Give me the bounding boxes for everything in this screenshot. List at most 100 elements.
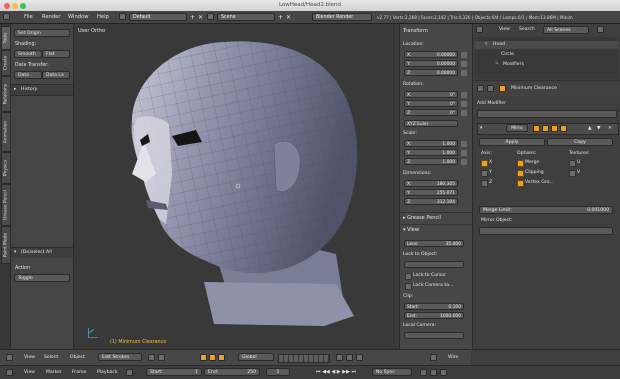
manipulator-icon[interactable] [200,354,207,361]
mirror-object-field[interactable] [479,227,613,235]
vertex-groups-checkbox[interactable] [517,180,524,187]
modifier-name-field[interactable]: Mirro [506,124,528,132]
zoom-window-button[interactable] [20,3,26,9]
scene-tab-icon[interactable] [487,85,494,92]
data-button[interactable]: Data [14,71,42,79]
lock-camera-checkbox[interactable] [405,283,412,290]
playback-menu[interactable]: Playback [97,370,118,375]
axis-y-checkbox[interactable] [481,170,488,177]
start-frame-field[interactable]: Start: 1 [146,368,202,376]
object-menu[interactable]: Object [70,355,85,360]
dimension-z-field[interactable]: Z: 312.194 [404,198,458,205]
merge-limit-field[interactable]: Merge Limit: 0.001000 [479,206,613,214]
scale-y-field[interactable]: Y: 1.000 [404,149,458,156]
outliner-search-menu[interactable]: Search [519,27,535,32]
axis-z-checkbox[interactable] [481,180,488,187]
info-editor-icon[interactable] [3,13,10,20]
outliner-item-modifiers[interactable]: Modifiers [503,62,524,67]
scale-x-field[interactable]: X: 1.000 [404,140,458,147]
layer-buttons[interactable] [278,354,330,363]
display-mode-select[interactable]: All Scenes [543,26,589,34]
search-icon[interactable] [597,26,604,33]
move-up-icon[interactable]: ▲ [588,126,592,131]
location-z-field[interactable]: Z: 0.00000 [404,69,458,76]
editor-type-icon[interactable] [6,354,13,361]
copy-button[interactable]: Copy [547,138,613,146]
clip-start-field[interactable]: Start: 0.100 [404,303,464,310]
rotation-z-field[interactable]: Z: 0° [404,109,458,116]
clipping-checkbox[interactable] [517,170,524,177]
close-window-button[interactable] [4,3,10,9]
apply-button[interactable]: Apply [479,138,545,146]
lock-icon[interactable] [461,110,467,116]
merge-checkbox[interactable] [517,160,524,167]
transform-header[interactable]: Transform [403,28,428,34]
menu-window[interactable]: Window [68,14,88,20]
lock-icon[interactable] [461,70,467,76]
rotation-y-field[interactable]: Y: 0° [404,100,458,107]
snap-icon[interactable] [346,354,353,361]
action-select[interactable]: Toggle [14,274,70,282]
lens-field[interactable]: Lens: 35.000 [404,240,464,247]
add-scene-icon[interactable]: + [278,14,283,21]
proportional-icon[interactable] [356,354,363,361]
end-frame-field[interactable]: End: 250 [204,368,260,376]
menu-file[interactable]: File [24,14,33,20]
lock-icon[interactable] [461,141,467,147]
flat-button[interactable]: Flat [42,50,70,58]
render-tab-icon[interactable] [477,85,484,92]
tab-physics[interactable]: Physics [1,152,11,184]
menu-render[interactable]: Render [42,14,60,20]
local-camera-field[interactable] [404,332,464,339]
tab-grease-pencil[interactable]: Grease Pencil [1,184,11,226]
history-panel-header[interactable]: ▸ History [11,84,73,96]
keyframe-delete-icon[interactable] [440,369,447,376]
lock-icon[interactable] [461,61,467,67]
menu-help[interactable]: Help [97,14,109,20]
tab-paint-mode[interactable]: Paint Mode [1,226,11,264]
current-frame-field[interactable]: 1 [266,368,290,376]
tab-create[interactable]: Create [1,50,11,76]
add-screen-icon[interactable]: + [190,14,195,21]
render-toggle-icon[interactable] [542,125,549,132]
cage-toggle-icon[interactable] [560,125,567,132]
close-icon[interactable]: ✕ [608,126,612,131]
view-menu[interactable]: View [24,355,35,360]
view-panel-header[interactable]: ▾ View [403,227,419,233]
mode-select[interactable]: Edit Strokes [98,353,142,361]
shading-icon[interactable] [148,354,155,361]
pivot-icon[interactable] [158,354,165,361]
data-layout-button[interactable]: Data La [42,71,70,79]
translate-icon[interactable] [209,354,216,361]
outliner-item-circle[interactable]: Circle [501,52,514,57]
lock-icon[interactable] [461,92,467,98]
rotation-x-field[interactable]: X: 0° [404,91,458,98]
outliner-view-menu[interactable]: View [499,27,510,32]
add-modifier-select[interactable] [477,110,617,118]
orientation-select[interactable]: Global [238,353,274,361]
render-preview-icon[interactable] [430,354,437,361]
set-origin-button[interactable]: Set Origin [14,29,70,37]
realtime-toggle-icon[interactable] [533,125,540,132]
lock-to-cursor-checkbox[interactable] [405,273,412,280]
scene-icon[interactable] [207,13,214,20]
editmode-toggle-icon[interactable] [551,125,558,132]
lock-icon[interactable] [461,150,467,156]
keying-icon[interactable] [420,369,427,376]
location-y-field[interactable]: Y: 0.00000 [404,60,458,67]
rotate-icon[interactable] [218,354,225,361]
select-menu[interactable]: Select [44,355,58,360]
lock-icon[interactable] [461,159,467,165]
timeline-view-menu[interactable]: View [24,370,35,375]
lock-object-field[interactable] [404,261,464,268]
keyframe-insert-icon[interactable] [430,369,437,376]
outliner-item-head[interactable]: Head [493,42,505,47]
rotation-mode-select[interactable]: XYZ Euler [404,120,458,127]
frame-menu[interactable]: Frame [72,370,86,375]
modifier-header[interactable]: ▾ Mirro ▲ ▼ ✕ [477,123,619,135]
delete-screen-icon[interactable]: ✕ [198,14,203,21]
tab-relations[interactable]: Relations [1,76,11,112]
marker-menu[interactable]: Marker [46,370,62,375]
sync-mode-select[interactable]: No Sync [372,368,412,376]
outliner-editor-icon[interactable] [476,26,483,33]
